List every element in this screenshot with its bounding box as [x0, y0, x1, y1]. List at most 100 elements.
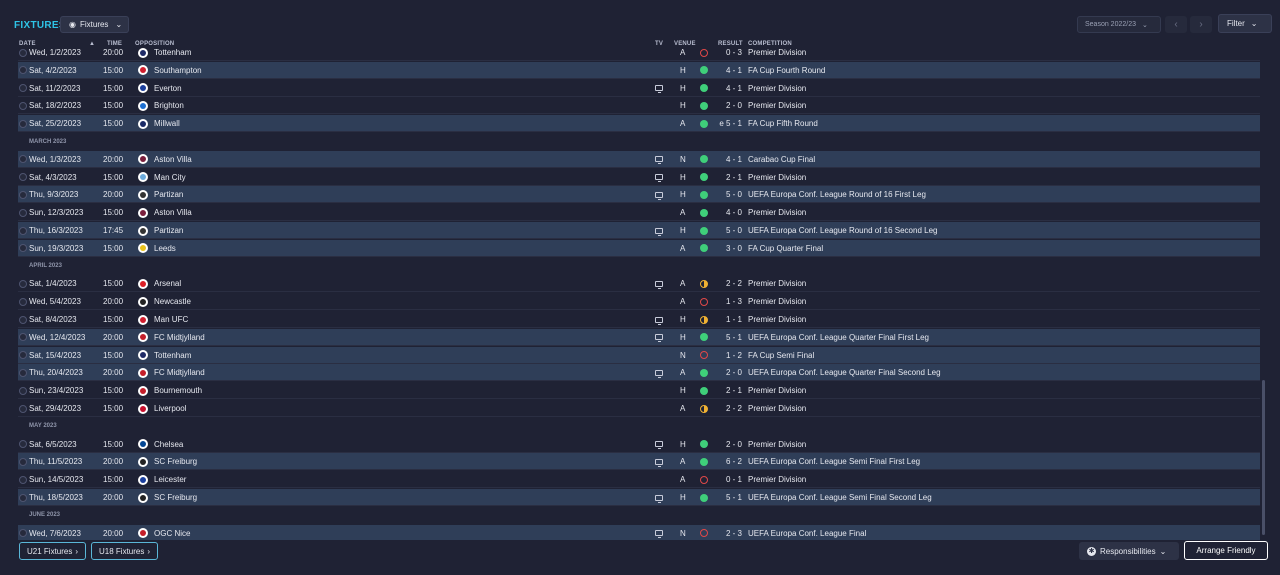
result-score[interactable]: 5 - 0 [718, 222, 742, 239]
opponent-name[interactable]: SC Freiburg [154, 453, 197, 470]
result-score[interactable]: 2 - 0 [718, 364, 742, 381]
opponent-name[interactable]: Man City [154, 169, 186, 186]
result-score[interactable]: 2 - 2 [718, 275, 742, 292]
opponent-name[interactable]: Everton [154, 80, 182, 97]
fixture-row[interactable]: Sat, 29/4/2023 15:00 Liverpool A 2 - 2 Premie… [18, 400, 1260, 417]
select-checkbox[interactable] [19, 347, 27, 364]
select-checkbox[interactable] [19, 382, 27, 399]
opponent-name[interactable]: Tottenham [154, 347, 191, 364]
responsibilities-button[interactable]: ✱ Responsibilities ⌄ [1079, 542, 1179, 560]
fixture-row[interactable]: Sat, 4/3/2023 15:00 Man City H 2 - 1 Premier … [18, 169, 1260, 186]
result-score[interactable]: 6 - 2 [718, 453, 742, 470]
select-checkbox[interactable] [19, 151, 27, 168]
opponent-name[interactable]: Aston Villa [154, 151, 192, 168]
opponent-name[interactable]: Tottenham [154, 45, 191, 61]
fixture-row[interactable]: Sat, 15/4/2023 15:00 Tottenham N 1 - 2 FA Cup… [18, 346, 1260, 364]
opponent-name[interactable]: Bournemouth [154, 382, 202, 399]
scrollbar[interactable] [1262, 380, 1265, 535]
select-checkbox[interactable] [19, 115, 27, 132]
next-season-button[interactable]: › [1190, 16, 1212, 33]
opponent-name[interactable]: FC Midtjylland [154, 364, 205, 381]
select-checkbox[interactable] [19, 471, 27, 488]
fixture-row[interactable]: Wed, 12/4/2023 20:00 FC Midtjylland H 5 - 1 U… [18, 328, 1260, 346]
result-score[interactable]: 2 - 3 [718, 525, 742, 540]
fixture-row[interactable]: Thu, 18/5/2023 20:00 SC Freiburg H 5 - 1 UEFA… [18, 489, 1260, 506]
view-selector-button[interactable]: ◉ Fixtures ⌄ [60, 16, 129, 33]
fixture-row[interactable]: Sat, 25/2/2023 15:00 Millwall Ae 5 - 1 FA Cu… [18, 115, 1260, 133]
result-score[interactable]: 0 - 1 [718, 471, 742, 488]
select-checkbox[interactable] [19, 400, 27, 417]
select-checkbox[interactable] [19, 525, 27, 540]
opponent-name[interactable]: Newcastle [154, 293, 191, 310]
select-checkbox[interactable] [19, 275, 27, 292]
result-score[interactable]: 1 - 1 [718, 311, 742, 328]
result-score[interactable]: 0 - 3 [718, 45, 742, 61]
select-checkbox[interactable] [19, 293, 27, 310]
fixture-row[interactable]: Sat, 4/2/2023 15:00 Southampton H 4 - 1 FA Cu… [18, 61, 1260, 79]
arrange-friendly-button[interactable]: Arrange Friendly [1184, 541, 1268, 560]
fixture-row[interactable]: Sat, 6/5/2023 15:00 Chelsea H 2 - 0 Premier D… [18, 436, 1260, 453]
opponent-name[interactable]: Brighton [154, 97, 184, 114]
result-score[interactable]: 5 - 1 [718, 329, 742, 346]
fixture-row[interactable]: Sat, 18/2/2023 15:00 Brighton H 2 - 0 Premier… [18, 97, 1260, 115]
fixture-row[interactable]: Wed, 5/4/2023 20:00 Newcastle A 1 - 3 Premier… [18, 293, 1260, 311]
season-dropdown[interactable]: Season 2022/23 ⌄ [1077, 16, 1161, 33]
opponent-name[interactable]: Aston Villa [154, 204, 192, 221]
fixture-row[interactable]: Thu, 16/3/2023 17:45 Partizan H 5 - 0 UEFA Eu… [18, 222, 1260, 239]
fixture-row[interactable]: Sun, 14/5/2023 15:00 Leicester A 0 - 1 Premie… [18, 471, 1260, 489]
select-checkbox[interactable] [19, 364, 27, 381]
select-checkbox[interactable] [19, 222, 27, 239]
result-score[interactable]: 2 - 1 [718, 169, 742, 186]
select-checkbox[interactable] [19, 97, 27, 114]
result-score[interactable]: 3 - 0 [718, 240, 742, 257]
opponent-name[interactable]: OGC Nice [154, 525, 190, 540]
select-checkbox[interactable] [19, 240, 27, 257]
select-checkbox[interactable] [19, 311, 27, 328]
fixture-row[interactable]: Wed, 7/6/2023 20:00 OGC Nice N 2 - 3 UEFA Eur… [18, 524, 1260, 540]
select-checkbox[interactable] [19, 436, 27, 453]
select-checkbox[interactable] [19, 186, 27, 203]
opponent-name[interactable]: Chelsea [154, 436, 183, 453]
fixture-row[interactable]: Sat, 8/4/2023 15:00 Man UFC H 1 - 1 Premier D… [18, 311, 1260, 328]
result-score[interactable]: 2 - 0 [718, 97, 742, 114]
fixture-row[interactable]: Thu, 9/3/2023 20:00 Partizan H 5 - 0 UEFA Eur… [18, 186, 1260, 204]
select-checkbox[interactable] [19, 169, 27, 186]
select-checkbox[interactable] [19, 489, 27, 506]
result-score[interactable]: 5 - 0 [718, 186, 742, 203]
result-score[interactable]: 2 - 2 [718, 400, 742, 417]
filter-button[interactable]: Filter ⌄ [1218, 14, 1272, 33]
result-score[interactable]: 4 - 1 [718, 80, 742, 97]
result-score[interactable]: 1 - 2 [718, 347, 742, 364]
fixture-row[interactable]: Sat, 1/4/2023 15:00 Arsenal A 2 - 2 Premier D… [18, 275, 1260, 293]
fixture-row[interactable]: Sun, 23/4/2023 15:00 Bournemouth H 2 - 1 Prem… [18, 382, 1260, 400]
select-checkbox[interactable] [19, 80, 27, 97]
fixture-row[interactable]: Thu, 20/4/2023 20:00 FC Midtjylland A 2 - 0 U… [18, 364, 1260, 382]
opponent-name[interactable]: FC Midtjylland [154, 329, 205, 346]
select-checkbox[interactable] [19, 453, 27, 470]
opponent-name[interactable]: Southampton [154, 62, 202, 79]
opponent-name[interactable]: Partizan [154, 222, 183, 239]
opponent-name[interactable]: Man UFC [154, 311, 188, 328]
opponent-name[interactable]: Arsenal [154, 275, 181, 292]
u21-fixtures-button[interactable]: U21 Fixtures › [19, 542, 87, 560]
opponent-name[interactable]: Leeds [154, 240, 176, 257]
result-score[interactable]: 1 - 3 [718, 293, 742, 310]
select-checkbox[interactable] [19, 62, 27, 79]
fixture-row[interactable]: Wed, 1/3/2023 20:00 Aston Villa N 4 - 1 Carab… [18, 150, 1260, 168]
fixture-row[interactable]: Wed, 1/2/2023 20:00 Tottenham A 0 - 3 Premier… [18, 45, 1260, 61]
opponent-name[interactable]: Partizan [154, 186, 183, 203]
select-checkbox[interactable] [19, 329, 27, 346]
opponent-name[interactable]: SC Freiburg [154, 489, 197, 506]
result-score[interactable]: 4 - 1 [718, 151, 742, 168]
result-score[interactable]: 2 - 1 [718, 382, 742, 399]
result-score[interactable]: 4 - 0 [718, 204, 742, 221]
result-score[interactable]: 5 - 1 [718, 489, 742, 506]
select-checkbox[interactable] [19, 45, 27, 61]
fixture-row[interactable]: Sun, 12/3/2023 15:00 Aston Villa A 4 - 0 Prem… [18, 204, 1260, 222]
opponent-name[interactable]: Millwall [154, 115, 180, 132]
result-score[interactable]: e 5 - 1 [718, 115, 742, 132]
previous-season-button[interactable]: ‹ [1165, 16, 1187, 33]
fixture-row[interactable]: Sat, 11/2/2023 15:00 Everton H 4 - 1 Premier … [18, 80, 1260, 97]
result-score[interactable]: 2 - 0 [718, 436, 742, 453]
opponent-name[interactable]: Leicester [154, 471, 186, 488]
